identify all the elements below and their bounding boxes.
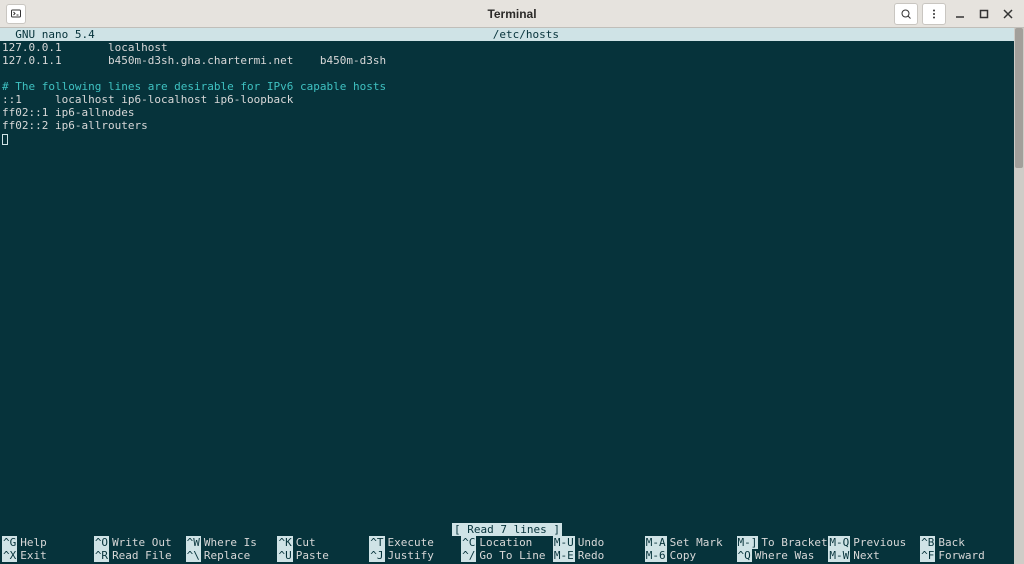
help-item: ^FForward <box>920 549 1012 562</box>
help-item: ^J Justify <box>369 549 461 562</box>
help-label: Copy <box>670 549 697 562</box>
help-key: ^G <box>2 536 17 549</box>
help-label: Where Is <box>204 536 257 549</box>
nano-filename: /etc/hosts <box>95 28 957 41</box>
help-key: ^/ <box>461 549 476 562</box>
help-item: M-WNext <box>828 549 920 562</box>
help-item: ^/Go To Line <box>461 549 553 562</box>
help-key: M-] <box>737 536 759 549</box>
help-item: ^BBack <box>920 536 1012 549</box>
help-label: Execute <box>388 536 434 549</box>
window-title: Terminal <box>0 7 1024 21</box>
help-item: ^GHelp <box>2 536 94 549</box>
file-line: ff02::2 ip6-allrouters <box>2 119 1012 132</box>
help-label: Set Mark <box>670 536 723 549</box>
help-label: Paste <box>296 549 329 562</box>
help-label: Where Was <box>755 549 815 562</box>
help-label: Read File <box>112 549 172 562</box>
help-key: M-A <box>645 536 667 549</box>
help-label: Back <box>938 536 965 549</box>
minimize-button[interactable] <box>950 4 970 24</box>
help-item: ^XExit <box>2 549 94 562</box>
help-label: Cut <box>296 536 316 549</box>
help-label: Exit <box>20 549 47 562</box>
help-key: ^\ <box>186 549 201 562</box>
nano-header-right <box>957 28 1010 41</box>
help-label: Forward <box>938 549 984 562</box>
search-button[interactable] <box>894 3 918 25</box>
help-item: ^WWhere Is <box>186 536 278 549</box>
menu-button[interactable] <box>922 3 946 25</box>
help-item: ^U Paste <box>277 549 369 562</box>
help-item: ^\Replace <box>186 549 278 562</box>
file-line: # The following lines are desirable for … <box>2 80 1012 93</box>
scrollbar[interactable] <box>1014 28 1024 564</box>
file-line <box>2 67 1012 80</box>
help-item: M-QPrevious <box>828 536 920 549</box>
help-label: Location <box>479 536 532 549</box>
cursor-line <box>2 132 1012 145</box>
file-line: ::1 localhost ip6-localhost ip6-loopback <box>2 93 1012 106</box>
help-row: ^XExit^RRead File^\Replace^UPaste^JJusti… <box>0 549 1014 562</box>
help-label: Previous <box>853 536 906 549</box>
nano-footer: [ Read 7 lines ] ^GHelp^OWrite Out^WWher… <box>0 523 1014 564</box>
close-button[interactable] <box>998 4 1018 24</box>
help-label: Undo <box>578 536 605 549</box>
help-key: M-6 <box>645 549 667 562</box>
help-key: ^B <box>920 536 935 549</box>
help-key: ^R <box>94 549 109 562</box>
desktop: Terminal GNU nano 5.4 /etc/host <box>0 0 1024 564</box>
help-key: M-U <box>553 536 575 549</box>
help-label: Help <box>20 536 47 549</box>
help-key: M-E <box>553 549 575 562</box>
app-icon <box>6 4 26 24</box>
help-item: M-ERedo <box>553 549 645 562</box>
help-key: ^W <box>186 536 201 549</box>
file-line: 127.0.0.1 localhost <box>2 41 1012 54</box>
scrollbar-thumb[interactable] <box>1015 28 1023 168</box>
editor-body[interactable]: 127.0.0.1 localhost127.0.1.1 b450m-d3sh.… <box>0 41 1014 145</box>
help-key: ^T <box>369 536 384 549</box>
help-label: Replace <box>204 549 250 562</box>
help-key: ^F <box>920 549 935 562</box>
help-item: M-UUndo <box>553 536 645 549</box>
help-item: ^RRead File <box>94 549 186 562</box>
help-label: To Bracket <box>761 536 827 549</box>
help-key: ^C <box>461 536 476 549</box>
help-label: Go To Line <box>479 549 545 562</box>
help-label: Write Out <box>112 536 172 549</box>
help-key: ^O <box>94 536 109 549</box>
nano-status-row: [ Read 7 lines ] <box>0 523 1014 536</box>
file-line: ff02::1 ip6-allnodes <box>2 106 1012 119</box>
text-cursor <box>2 134 8 145</box>
help-key: ^J <box>369 549 384 562</box>
help-row: ^GHelp^OWrite Out^WWhere Is^KCut^TExecut… <box>0 536 1014 549</box>
help-label: Next <box>853 549 880 562</box>
maximize-button[interactable] <box>974 4 994 24</box>
nano-version: GNU nano 5.4 <box>2 28 95 41</box>
help-key: M-Q <box>828 536 850 549</box>
help-key: ^K <box>277 536 292 549</box>
help-key: ^Q <box>737 549 752 562</box>
file-line: 127.0.1.1 b450m-d3sh.gha.chartermi.net b… <box>2 54 1012 67</box>
help-key: ^X <box>2 549 17 562</box>
window-titlebar: Terminal <box>0 0 1024 28</box>
terminal-area[interactable]: GNU nano 5.4 /etc/hosts 127.0.0.1 localh… <box>0 28 1024 564</box>
help-key: M-W <box>828 549 850 562</box>
help-label: Justify <box>388 549 434 562</box>
help-item: M-6Copy <box>645 549 737 562</box>
help-key: ^U <box>277 549 292 562</box>
help-label: Redo <box>578 549 605 562</box>
help-item: M-]To Bracket <box>737 536 829 549</box>
help-item: M-ASet Mark <box>645 536 737 549</box>
help-item: ^T Execute <box>369 536 461 549</box>
help-item: ^K Cut <box>277 536 369 549</box>
help-item: ^CLocation <box>461 536 553 549</box>
nano-header: GNU nano 5.4 /etc/hosts <box>0 28 1014 41</box>
help-item: ^QWhere Was <box>737 549 829 562</box>
nano-status: [ Read 7 lines ] <box>452 523 562 536</box>
help-item: ^OWrite Out <box>94 536 186 549</box>
